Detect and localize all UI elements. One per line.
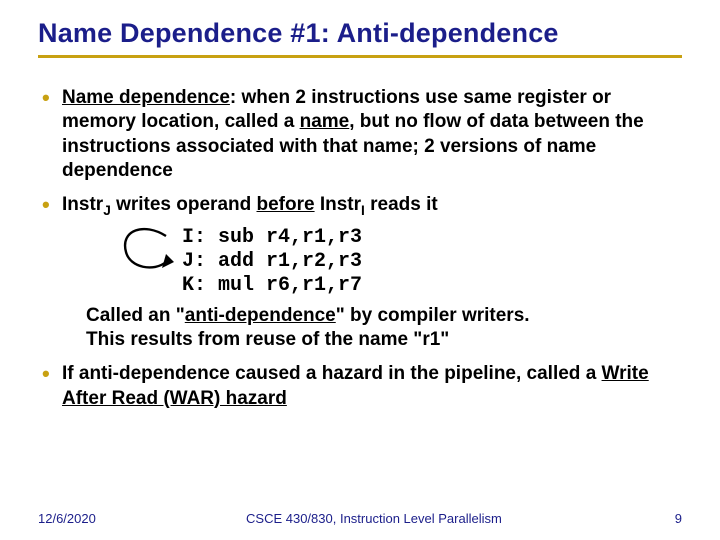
- footer-course: CSCE 430/830, Instruction Level Parallel…: [96, 511, 652, 526]
- bullet-list: Name dependence: when 2 instructions use…: [38, 86, 682, 411]
- bullet-name-dependence: Name dependence: when 2 instructions use…: [38, 86, 682, 183]
- term-anti-dependence: anti-dependence: [185, 305, 336, 326]
- ac-l1a: Called an ": [86, 305, 185, 326]
- code-line-k: K: mul r6,r1,r7: [182, 274, 682, 298]
- dependency-arrow-icon: [114, 222, 178, 278]
- footer-date: 12/6/2020: [38, 511, 96, 526]
- b2-p4: reads it: [365, 194, 438, 215]
- code-block: I: sub r4,r1,r3 J: add r1,r2,r3 K: mul r…: [122, 226, 682, 298]
- b2-p2: writes operand: [111, 194, 257, 215]
- b2-p3: Instr: [315, 194, 361, 215]
- term-name: name: [300, 111, 350, 132]
- term-name-dependence: Name dependence: [62, 87, 230, 108]
- slide-title: Name Dependence #1: Anti-dependence: [38, 18, 682, 49]
- ac-l1b: " by compiler writers.: [336, 305, 530, 326]
- subscript-j: J: [103, 203, 111, 218]
- code-line-j: J: add r1,r2,r3: [182, 250, 682, 274]
- slide-footer: 12/6/2020 CSCE 430/830, Instruction Leve…: [38, 511, 682, 526]
- code-line-i: I: sub r4,r1,r3: [182, 226, 682, 250]
- ac-l2: This results from reuse of the name "r1": [86, 329, 449, 350]
- b3-p1: If anti-dependence caused a hazard in th…: [62, 363, 602, 384]
- term-before: before: [257, 194, 315, 215]
- bullet-instr-j-writes: InstrJ writes operand before InstrI read…: [38, 193, 682, 352]
- bullet-war-hazard: If anti-dependence caused a hazard in th…: [38, 362, 682, 411]
- anti-dependence-explanation: Called an "anti-dependence" by compiler …: [62, 304, 682, 353]
- title-underline: [38, 55, 682, 58]
- footer-page-number: 9: [652, 511, 682, 526]
- b2-p1: Instr: [62, 194, 103, 215]
